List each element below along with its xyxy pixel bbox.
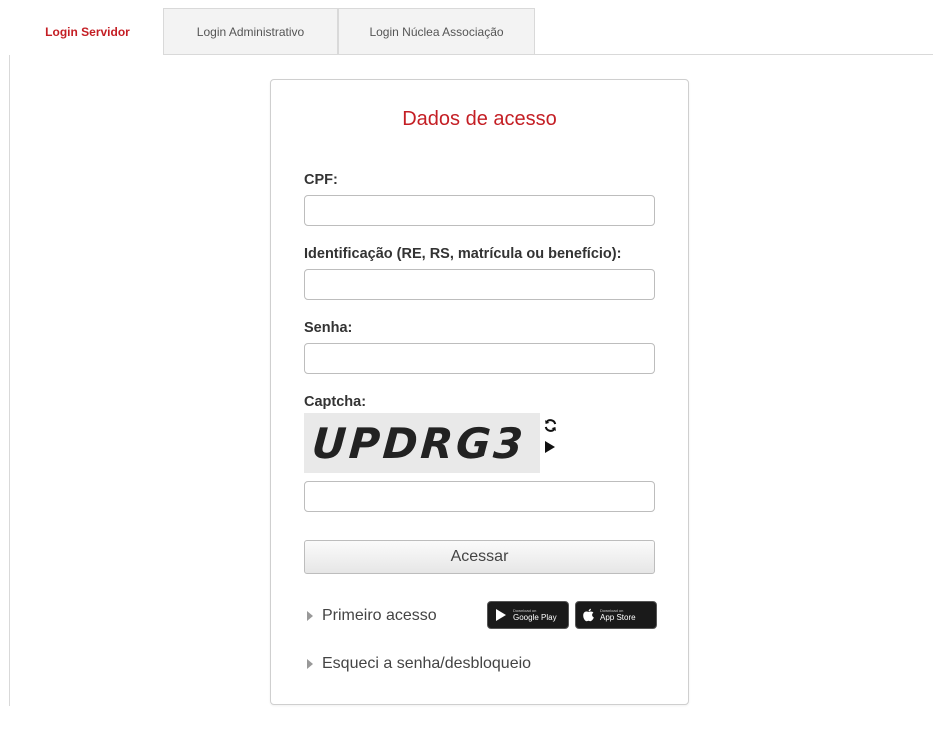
captcha-text: UPDRG3 (310, 418, 528, 468)
primeiro-acesso-link[interactable]: Primeiro acesso (307, 607, 437, 625)
tab-login-servidor[interactable]: Login Servidor (12, 8, 163, 55)
apple-icon (583, 608, 594, 622)
esqueci-senha-link[interactable]: Esqueci a senha/desbloqueio (307, 655, 531, 673)
senha-input[interactable] (304, 343, 655, 374)
captcha-image: UPDRG3 (304, 413, 540, 473)
app-store-text: App Store (600, 612, 636, 622)
login-tabs: Login Servidor Login Administrativo Logi… (12, 8, 535, 55)
esqueci-senha-label: Esqueci a senha/desbloqueio (322, 655, 532, 672)
refresh-icon[interactable] (542, 417, 558, 433)
cpf-label: CPF: (304, 172, 338, 188)
captcha-input[interactable] (304, 481, 655, 512)
play-icon[interactable] (542, 439, 558, 455)
senha-label: Senha: (304, 320, 353, 336)
caret-right-icon (307, 611, 313, 621)
tab-login-nuclea-associacao[interactable]: Login Núclea Associação (338, 8, 535, 55)
tab-login-administrativo[interactable]: Login Administrativo (163, 8, 338, 55)
captcha-label: Captcha: (304, 394, 367, 410)
identificacao-input[interactable] (304, 269, 655, 300)
login-card: Dados de acesso CPF: Identificação (RE, … (270, 79, 689, 705)
google-play-text: Google Play (513, 612, 557, 622)
identificacao-label: Identificação (RE, RS, matrícula ou bene… (304, 246, 622, 262)
panel-left-border (9, 55, 10, 706)
tab-divider (163, 54, 933, 55)
caret-right-icon (307, 659, 313, 669)
card-title: Dados de acesso (402, 108, 557, 130)
google-play-badge[interactable]: Download on Google Play (487, 601, 569, 629)
cpf-input[interactable] (304, 195, 655, 226)
primeiro-acesso-label: Primeiro acesso (322, 607, 437, 624)
app-store-badge[interactable]: Download on App Store (575, 601, 657, 629)
acessar-button[interactable]: Acessar (304, 540, 655, 574)
google-play-icon (496, 609, 506, 621)
